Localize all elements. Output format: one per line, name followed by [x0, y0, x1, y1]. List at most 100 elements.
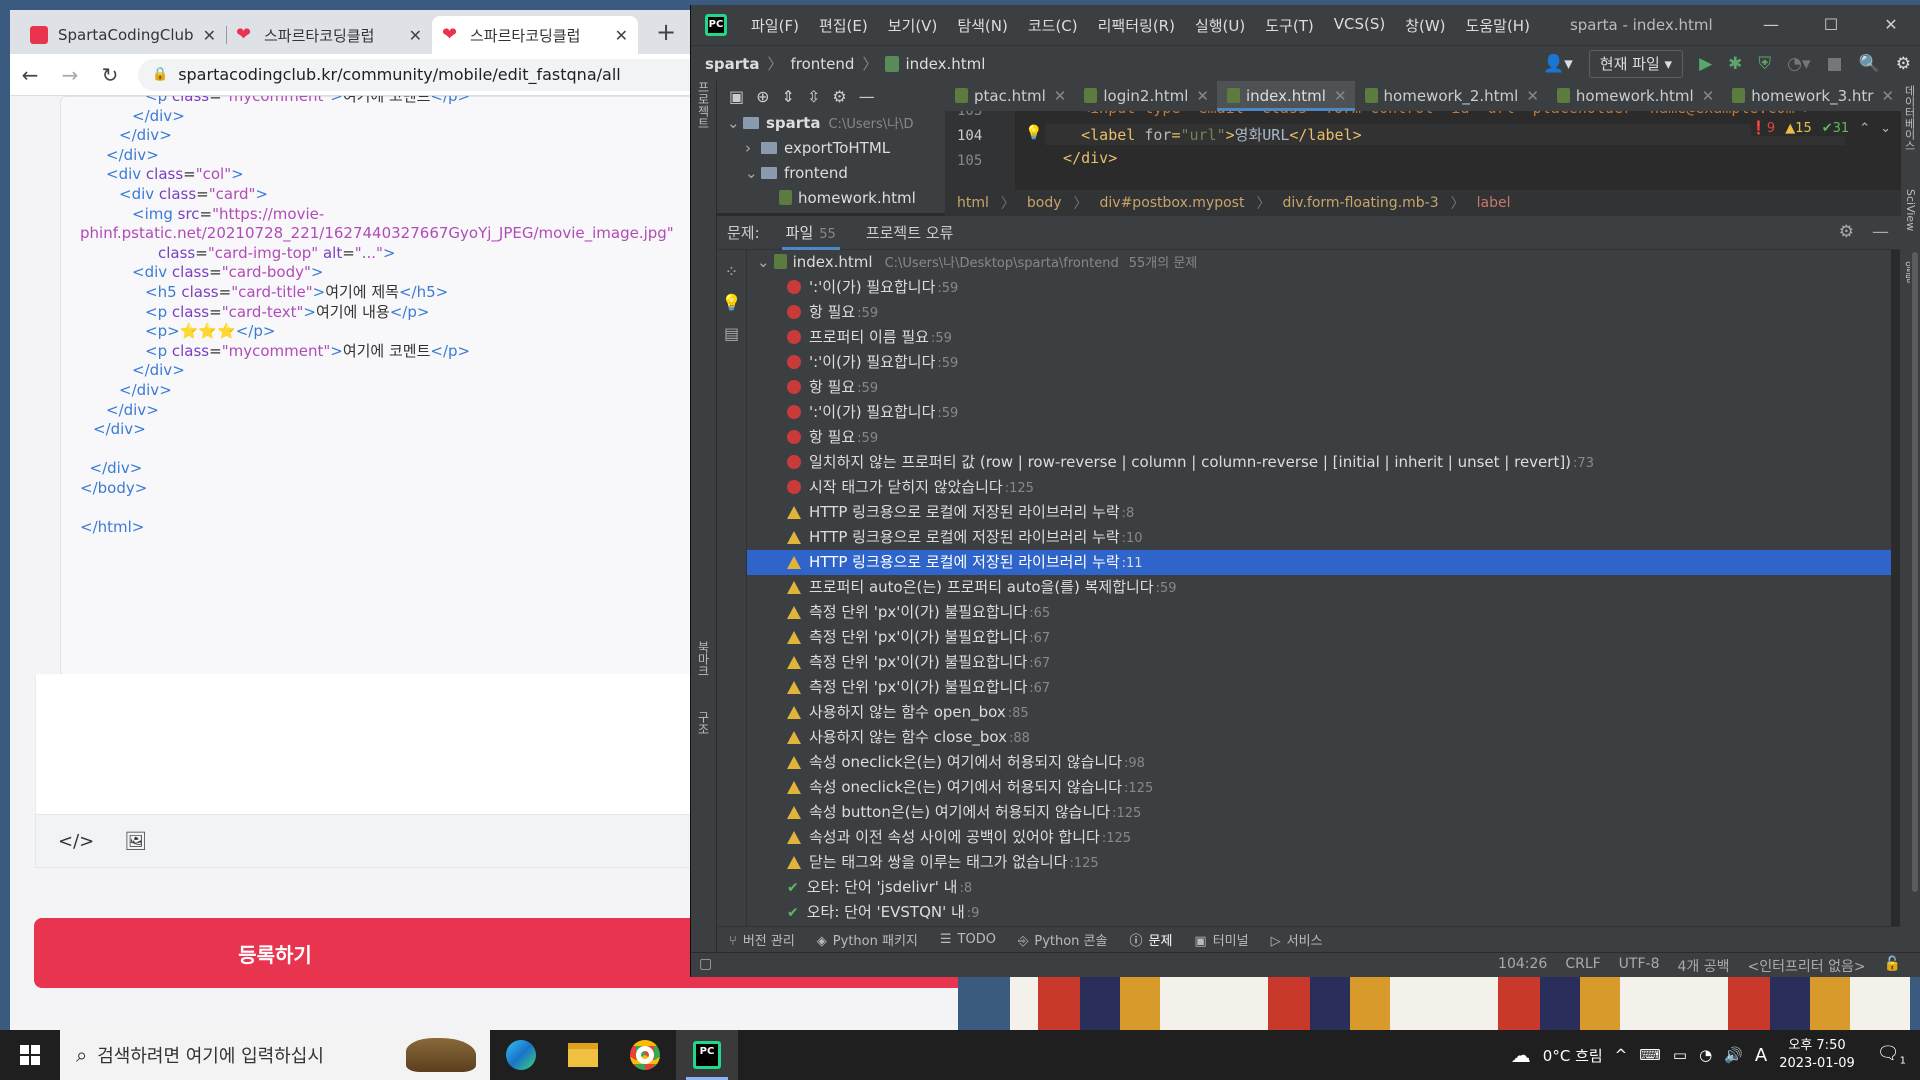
nav-project[interactable]: sparta: [705, 55, 759, 73]
problem-item[interactable]: 닫는 태그와 쌍을 이루는 태그가 없습니다:125: [747, 850, 1891, 875]
minimize-icon[interactable]: —: [1741, 5, 1801, 45]
chevron-up-icon[interactable]: ⌃: [1859, 121, 1870, 136]
tool-window-button[interactable]: ⎆ Python 콘솔: [1018, 930, 1108, 949]
menu-item[interactable]: 리팩터링(R): [1088, 15, 1185, 36]
editor-tab[interactable]: homework_2.html ✕: [1355, 81, 1547, 111]
tree-item[interactable]: ⌄ sparta C:\Users\나\D: [717, 111, 945, 136]
database-tool-label[interactable]: 데이터베이스: [1901, 85, 1917, 151]
hide-icon[interactable]: —: [1872, 222, 1889, 242]
problem-item[interactable]: HTTP 링크용으로 로컬에 저장된 라이브러리 누락:10: [747, 525, 1891, 550]
profile-icon[interactable]: ◔▾: [1787, 54, 1810, 74]
problem-item[interactable]: ':'이(가) 필요합니다:59: [747, 350, 1891, 375]
problem-item[interactable]: 측정 단위 'px'이(가) 불필요합니다:67: [747, 650, 1891, 675]
taskbar-search[interactable]: ⌕ 검색하려면 여기에 입력하십시: [60, 1030, 490, 1080]
bookmarks-tool-label[interactable]: 북마크: [695, 641, 712, 677]
problem-item[interactable]: 측정 단위 'px'이(가) 불필요합니다:65: [747, 600, 1891, 625]
tree-item[interactable]: › exportToHTML: [717, 136, 945, 161]
problem-item[interactable]: 사용하지 않는 함수 close_box:88: [747, 725, 1891, 750]
code-editor[interactable]: 103 104 105 💡 <input type="email" class=…: [945, 111, 1901, 190]
problem-item[interactable]: 프로퍼티 이름 필요:59: [747, 325, 1891, 350]
notification-icon[interactable]: 🗨1: [1877, 1043, 1906, 1067]
reload-icon[interactable]: ↻: [90, 63, 130, 87]
close-tab-icon[interactable]: ✕: [1526, 87, 1539, 105]
hide-icon[interactable]: —: [859, 87, 875, 106]
gear-icon[interactable]: ⚙: [832, 87, 846, 106]
problem-item[interactable]: 항 필요:59: [747, 375, 1891, 400]
weather-text[interactable]: 0°C 흐림: [1543, 1045, 1603, 1066]
tab-project-errors[interactable]: 프로젝트 오류: [862, 216, 958, 250]
run-config-select[interactable]: 현재 파일 ▾: [1588, 50, 1684, 78]
edge-app[interactable]: [490, 1030, 552, 1080]
editor-tab[interactable]: homework_3.htr ✕: [1722, 81, 1901, 111]
back-icon[interactable]: ←: [10, 63, 50, 87]
menu-item[interactable]: VCS(S): [1324, 15, 1395, 36]
user-icon[interactable]: 👤▾: [1543, 54, 1573, 74]
problem-item[interactable]: 속성 oneclick은(는) 여기에서 허용되지 않습니다:125: [747, 775, 1891, 800]
code-crumb[interactable]: div.form-floating.mb-3: [1282, 195, 1438, 211]
problem-file-row[interactable]: ⌄ index.html C:\Users\나\Desktop\sparta\fro…: [747, 250, 1891, 275]
browser-tab-1[interactable]: SpartaCodingClub ✕: [20, 16, 226, 54]
forward-icon[interactable]: →: [50, 63, 90, 87]
menu-item[interactable]: 실행(U): [1185, 15, 1255, 36]
stop-icon[interactable]: ■: [1827, 54, 1843, 74]
group-icon[interactable]: ⁘: [717, 262, 746, 281]
menu-item[interactable]: 편집(E): [809, 15, 878, 36]
nav-folder[interactable]: frontend: [791, 55, 855, 73]
tool-window-button[interactable]: ☰ TODO: [940, 932, 996, 947]
new-tab-icon[interactable]: +: [656, 18, 676, 46]
image-upload-icon[interactable]: 🖼: [124, 831, 147, 852]
problem-item[interactable]: 시작 태그가 닫히지 않았습니다:125: [747, 475, 1891, 500]
problem-item[interactable]: ':'이(가) 필요합니다:59: [747, 275, 1891, 300]
browser-tab-2[interactable]: ❤ 스파르타코딩클럽 ✕: [226, 16, 432, 54]
menu-item[interactable]: 탐색(N): [947, 15, 1018, 36]
menu-item[interactable]: 파일(F): [741, 15, 809, 36]
close-tab-icon[interactable]: ✕: [203, 26, 216, 45]
coverage-icon[interactable]: ⛨: [1758, 54, 1771, 74]
problem-item[interactable]: 측정 단위 'px'이(가) 불필요합니다:67: [747, 675, 1891, 700]
editor-tab[interactable]: login2.html ✕: [1074, 81, 1217, 111]
problem-item[interactable]: 프로퍼티 auto은(는) 프로퍼티 auto을(를) 복제합니다:59: [747, 575, 1891, 600]
code-crumb[interactable]: body: [1027, 195, 1062, 211]
browser-tab-3[interactable]: ❤ 스파르타코딩클럽 ✕: [432, 16, 638, 54]
lock-icon[interactable]: 🔓: [1884, 956, 1901, 976]
status-item[interactable]: 4개 공백: [1677, 956, 1729, 976]
search-icon[interactable]: 🔍: [1859, 54, 1880, 74]
lightbulb-icon[interactable]: 💡: [717, 293, 746, 312]
chevron-icon[interactable]: ⌄: [727, 111, 743, 136]
close-tab-icon[interactable]: ✕: [1054, 87, 1067, 105]
settings-icon[interactable]: ⚙: [1896, 54, 1911, 74]
pycharm-app[interactable]: [676, 1030, 738, 1080]
cloud-icon[interactable]: ☁: [1511, 1043, 1531, 1067]
problem-item[interactable]: 속성 oneclick은(는) 여기에서 허용되지 않습니다:98: [747, 750, 1891, 775]
problem-item[interactable]: 사용하지 않는 함수 open_box:85: [747, 700, 1891, 725]
maximize-icon[interactable]: ☐: [1801, 5, 1861, 45]
status-item[interactable]: CRLF: [1565, 956, 1600, 976]
gear-icon[interactable]: ⚙: [1839, 222, 1854, 242]
problem-item[interactable]: ':'이(가) 필요합니다:59: [747, 400, 1891, 425]
problem-item[interactable]: ✔ 오타: 단어 'EVSTQN' 내:9: [747, 900, 1891, 925]
menu-item[interactable]: 보기(V): [878, 15, 948, 36]
close-tab-icon[interactable]: ✕: [1196, 87, 1209, 105]
problem-item[interactable]: HTTP 링크용으로 로컬에 저장된 라이브러리 누락:11: [747, 550, 1891, 575]
status-item[interactable]: <인터프리터 없음>: [1747, 956, 1865, 976]
chrome-app[interactable]: [614, 1030, 676, 1080]
meet-icon[interactable]: ⌨: [1639, 1046, 1661, 1064]
problem-item[interactable]: HTTP 링크용으로 로컬에 저장된 라이브러리 누락:8: [747, 500, 1891, 525]
code-block-icon[interactable]: </>: [58, 831, 94, 852]
menu-item[interactable]: 창(W): [1395, 15, 1455, 36]
tool-window-button[interactable]: ▣ 터미널: [1194, 930, 1248, 949]
problems-scrollbar[interactable]: [1910, 250, 1920, 926]
chevron-down-icon[interactable]: ⌄: [1880, 121, 1891, 136]
problem-item[interactable]: 항 필요:59: [747, 300, 1891, 325]
lightbulb-icon[interactable]: 💡: [1025, 125, 1042, 141]
structure-tool-label[interactable]: 구조: [695, 711, 712, 735]
menu-item[interactable]: 코드(C): [1018, 15, 1088, 36]
lock-icon[interactable]: 🔒: [152, 67, 168, 82]
chevron-down-icon[interactable]: ⌄: [757, 253, 770, 271]
ime-indicator[interactable]: A: [1755, 1045, 1767, 1066]
expand-all-icon[interactable]: ⇕: [782, 87, 795, 106]
close-tab-icon[interactable]: ✕: [615, 26, 628, 45]
tab-file-problems[interactable]: 파일 55: [781, 216, 840, 250]
close-tab-icon[interactable]: ✕: [1881, 87, 1894, 105]
run-icon[interactable]: ▶: [1699, 54, 1712, 74]
